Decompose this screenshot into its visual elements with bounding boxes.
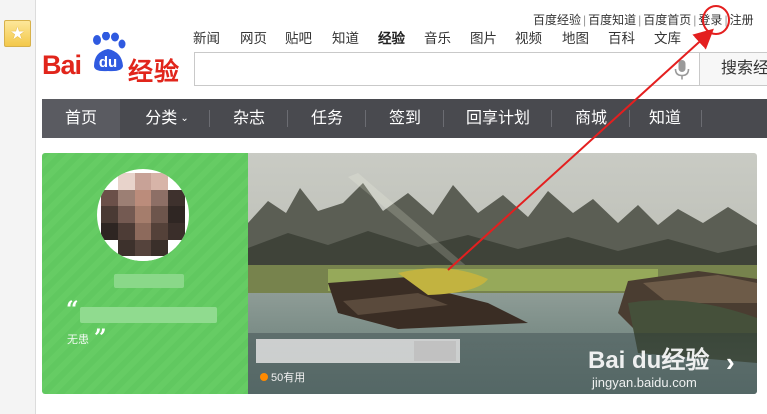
useful-count-text: 50有用 [271,372,306,384]
product-nav-news[interactable]: 新闻 [193,27,220,47]
register-link[interactable]: 注册 [730,13,754,27]
product-nav-tieba[interactable]: 贴吧 [285,27,312,47]
main-nav-share-plan[interactable]: 回享计划 [444,99,552,138]
useful-dot-icon [260,373,268,381]
divider: | [693,13,697,27]
divider: | [583,13,587,27]
main-nav-magazine[interactable]: 杂志 [210,99,288,138]
baidu-jingyan-watermark: Bai du经验 [588,347,710,374]
watermark-url: jingyan.baidu.com [592,375,697,390]
star-icon: ★ [9,24,26,43]
favorites-button[interactable]: ★ [4,20,31,47]
login-link[interactable]: 登录 [698,13,722,27]
baidu-jingyan-logo[interactable]: Bai du 经验 [42,32,182,86]
product-nav-web[interactable]: 网页 [240,27,267,47]
avatar-mosaic [101,173,185,261]
microphone-icon[interactable] [672,59,692,81]
favorites-sidebar: ★ [0,0,36,414]
article-title-blurred [414,341,456,361]
main-nav-checkin[interactable]: 签到 [366,99,444,138]
divider: | [724,13,728,27]
product-nav-video[interactable]: 视频 [515,27,542,47]
search-input[interactable] [194,52,700,86]
page: ★ Bai du 经验 百度经验 | 百度知道 | 百度首页 | 登录 | 注册 新闻 网页 贴… [0,0,767,414]
main-nav-category[interactable]: 分类 ⌄ [124,99,210,138]
product-nav-wenku[interactable]: 文库 [654,27,681,47]
product-nav-jingyan[interactable]: 经验 [378,27,405,47]
product-nav-images[interactable]: 图片 [470,27,497,47]
main-nav-mall[interactable]: 商城 [552,99,630,138]
main-nav-home[interactable]: 首页 [42,99,120,138]
link-baidu-home[interactable]: 百度首页 [643,13,691,27]
logo-du-text: du [98,54,118,71]
product-nav-map[interactable]: 地图 [562,27,589,47]
chevron-right-icon[interactable]: › [726,347,735,378]
link-baidu-jingyan[interactable]: 百度经验 [533,13,581,27]
main-nav-zhidao[interactable]: 知道 [630,99,700,138]
author-name-blurred [114,274,184,288]
product-nav-music[interactable]: 音乐 [424,27,451,47]
link-baidu-zhidao[interactable]: 百度知道 [588,13,636,27]
product-nav-baike[interactable]: 百科 [608,27,635,47]
top-user-links: 百度经验 | 百度知道 | 百度首页 | 登录 | 注册 [533,11,754,28]
main-nav: 首页 分类 ⌄ 杂志 任务 签到 回享计划 商城 知道 [42,99,767,138]
quote-close-mark: ” [94,325,107,351]
product-nav-zhidao[interactable]: 知道 [332,27,359,47]
divider [701,110,702,127]
search-button[interactable]: 搜索经 [700,52,767,86]
avatar[interactable] [97,169,189,261]
main-nav-category-label: 分类 [145,110,178,127]
logo-jingyan-text: 经验 [128,58,181,86]
quote-text-blurred [80,307,217,323]
main-nav-tasks[interactable]: 任务 [288,99,366,138]
featured-banner[interactable]: “ 无患 ” 50有用 Bai du经验 jingyan.baidu.com › [42,153,757,394]
author-caption: 无患 [67,334,89,346]
useful-count: 50有用 [260,369,305,385]
logo-bai-text: Bai [42,50,82,80]
chevron-down-icon: ⌄ [180,113,189,124]
divider: | [638,13,642,27]
quote-open-mark: “ [66,297,79,323]
